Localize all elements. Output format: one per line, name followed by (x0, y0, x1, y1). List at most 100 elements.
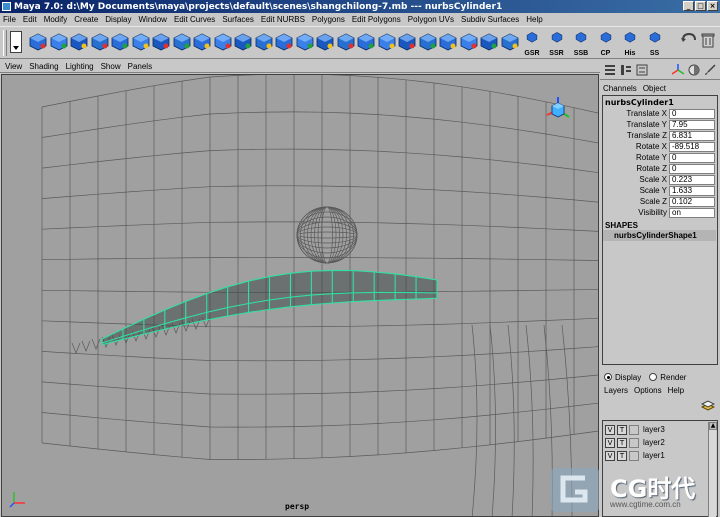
viewport-menu-view[interactable]: View (5, 62, 22, 71)
merge-icon[interactable] (233, 31, 253, 51)
camera-icon[interactable] (151, 31, 171, 51)
shelf-button-ss[interactable]: SS (645, 31, 665, 57)
viewport-menu-panels[interactable]: Panels (128, 62, 152, 71)
menu-help[interactable]: Help (526, 15, 542, 24)
uv-icon[interactable] (500, 31, 520, 51)
menu-display[interactable]: Display (105, 15, 131, 24)
perspective-viewport[interactable]: persp (1, 74, 599, 517)
tab-object[interactable]: Object (643, 84, 666, 93)
cube-icon[interactable] (28, 31, 48, 51)
separate-icon[interactable] (377, 31, 397, 51)
menu-polygons[interactable]: Polygons (312, 15, 345, 24)
tab-channels[interactable]: Channels (603, 84, 637, 93)
layer-visibility-toggle[interactable]: V (605, 450, 615, 461)
tool-settings-icon[interactable] (636, 64, 648, 76)
shape-node[interactable]: nurbsCylinderShape1 (603, 230, 716, 241)
smooth-icon[interactable] (254, 31, 274, 51)
layer-color-swatch[interactable] (629, 424, 639, 435)
layer-color-swatch[interactable] (629, 450, 639, 461)
layer-color-swatch[interactable] (629, 437, 639, 448)
combine-icon[interactable] (356, 31, 376, 51)
shelf-button-ssr[interactable]: SSR (547, 31, 567, 57)
sphere-icon[interactable] (688, 64, 700, 76)
layer-row[interactable]: V Tlayer3 (603, 423, 717, 436)
layer-menu-layers[interactable]: Layers (604, 386, 628, 395)
menu-modify[interactable]: Modify (44, 15, 68, 24)
layer-visibility-toggle[interactable]: V (605, 437, 615, 448)
cone-icon[interactable] (131, 31, 151, 51)
shelf-button-his[interactable]: His (620, 31, 640, 57)
viewport-menu-shading[interactable]: Shading (29, 62, 58, 71)
attribute-value-field[interactable]: 0 (669, 152, 715, 163)
shelf-button-gsr[interactable]: GSR (522, 31, 542, 57)
sphere-icon[interactable] (49, 31, 69, 51)
quadrangulate-icon[interactable] (479, 31, 499, 51)
menu-file[interactable]: File (3, 15, 16, 24)
layer-template-toggle[interactable]: T (617, 450, 627, 461)
node-name[interactable]: nurbsCylinder1 (603, 96, 717, 108)
shelf-handle[interactable] (3, 30, 7, 56)
triangulate-icon[interactable] (459, 31, 479, 51)
mirror-icon[interactable] (274, 31, 294, 51)
attribute-row[interactable]: Rotate Z0 (603, 163, 717, 174)
shelf-button-cp[interactable]: CP (596, 31, 616, 57)
axis-icon[interactable] (671, 64, 685, 76)
split-icon[interactable] (213, 31, 233, 51)
scroll-up-icon[interactable]: ▲ (709, 422, 717, 430)
minimize-button[interactable]: _ (683, 1, 694, 11)
attribute-value-field[interactable]: on (669, 207, 715, 218)
menu-edit-nurbs[interactable]: Edit NURBS (261, 15, 305, 24)
fill-icon[interactable] (397, 31, 417, 51)
attribute-row[interactable]: Rotate X -89.518 (603, 141, 717, 152)
attribute-row[interactable]: Scale X 0.223 (603, 174, 717, 185)
attribute-row[interactable]: Translate X0 (603, 108, 717, 119)
render-radio[interactable] (649, 373, 658, 381)
attribute-icon[interactable] (620, 64, 632, 76)
menu-surfaces[interactable]: Surfaces (222, 15, 254, 24)
menu-create[interactable]: Create (74, 15, 98, 24)
attribute-value-field[interactable]: 6.831 (669, 130, 715, 141)
attribute-row[interactable]: Rotate Y0 (603, 152, 717, 163)
layer-row[interactable]: V Tlayer2 (603, 436, 717, 449)
attribute-row[interactable]: Visibility on (603, 207, 717, 218)
extrude-icon[interactable] (172, 31, 192, 51)
attribute-row[interactable]: Translate Z 6.831 (603, 130, 717, 141)
menu-edit-polygons[interactable]: Edit Polygons (352, 15, 401, 24)
brush-icon[interactable] (704, 64, 716, 76)
viewport-menu-lighting[interactable]: Lighting (66, 62, 94, 71)
channel-box-icon[interactable] (604, 64, 616, 76)
attribute-row[interactable]: Scale Y 1.633 (603, 185, 717, 196)
attribute-row[interactable]: Translate Y 7.95 (603, 119, 717, 130)
menu-window[interactable]: Window (139, 15, 167, 24)
close-button[interactable]: × (707, 1, 718, 11)
view-axis-icon[interactable] (543, 95, 573, 128)
shelf-button-ssb[interactable]: SSB (571, 31, 591, 57)
attribute-value-field[interactable]: 7.95 (669, 119, 715, 130)
append-icon[interactable] (315, 31, 335, 51)
viewport-menu-show[interactable]: Show (101, 62, 121, 71)
menu-subdiv-surfaces[interactable]: Subdiv Surfaces (461, 15, 519, 24)
attribute-value-field[interactable]: 0 (669, 163, 715, 174)
attribute-value-field[interactable]: 1.633 (669, 185, 715, 196)
shelf-options-button[interactable] (10, 31, 22, 53)
attribute-value-field[interactable]: 0 (669, 108, 715, 119)
menu-edit[interactable]: Edit (23, 15, 37, 24)
layer-template-toggle[interactable]: T (617, 437, 627, 448)
undo-icon[interactable] (680, 31, 698, 49)
layer-menu-options[interactable]: Options (634, 386, 662, 395)
layer-menu-help[interactable]: Help (668, 386, 684, 395)
wedge-icon[interactable] (336, 31, 356, 51)
attribute-value-field[interactable]: 0.223 (669, 174, 715, 185)
display-radio[interactable] (604, 373, 612, 381)
attribute-row[interactable]: Scale Z 0.102 (603, 196, 717, 207)
bridge-icon[interactable] (418, 31, 438, 51)
maximize-button[interactable]: □ (695, 1, 706, 11)
attribute-value-field[interactable]: 0.102 (669, 196, 715, 207)
plane-icon[interactable] (90, 31, 110, 51)
menu-polygon-uvs[interactable]: Polygon UVs (408, 15, 454, 24)
cylinder-icon[interactable] (69, 31, 89, 51)
bevel-icon[interactable] (192, 31, 212, 51)
menu-edit-curves[interactable]: Edit Curves (174, 15, 215, 24)
cut-icon[interactable] (295, 31, 315, 51)
new-layer-icon[interactable] (700, 398, 716, 415)
